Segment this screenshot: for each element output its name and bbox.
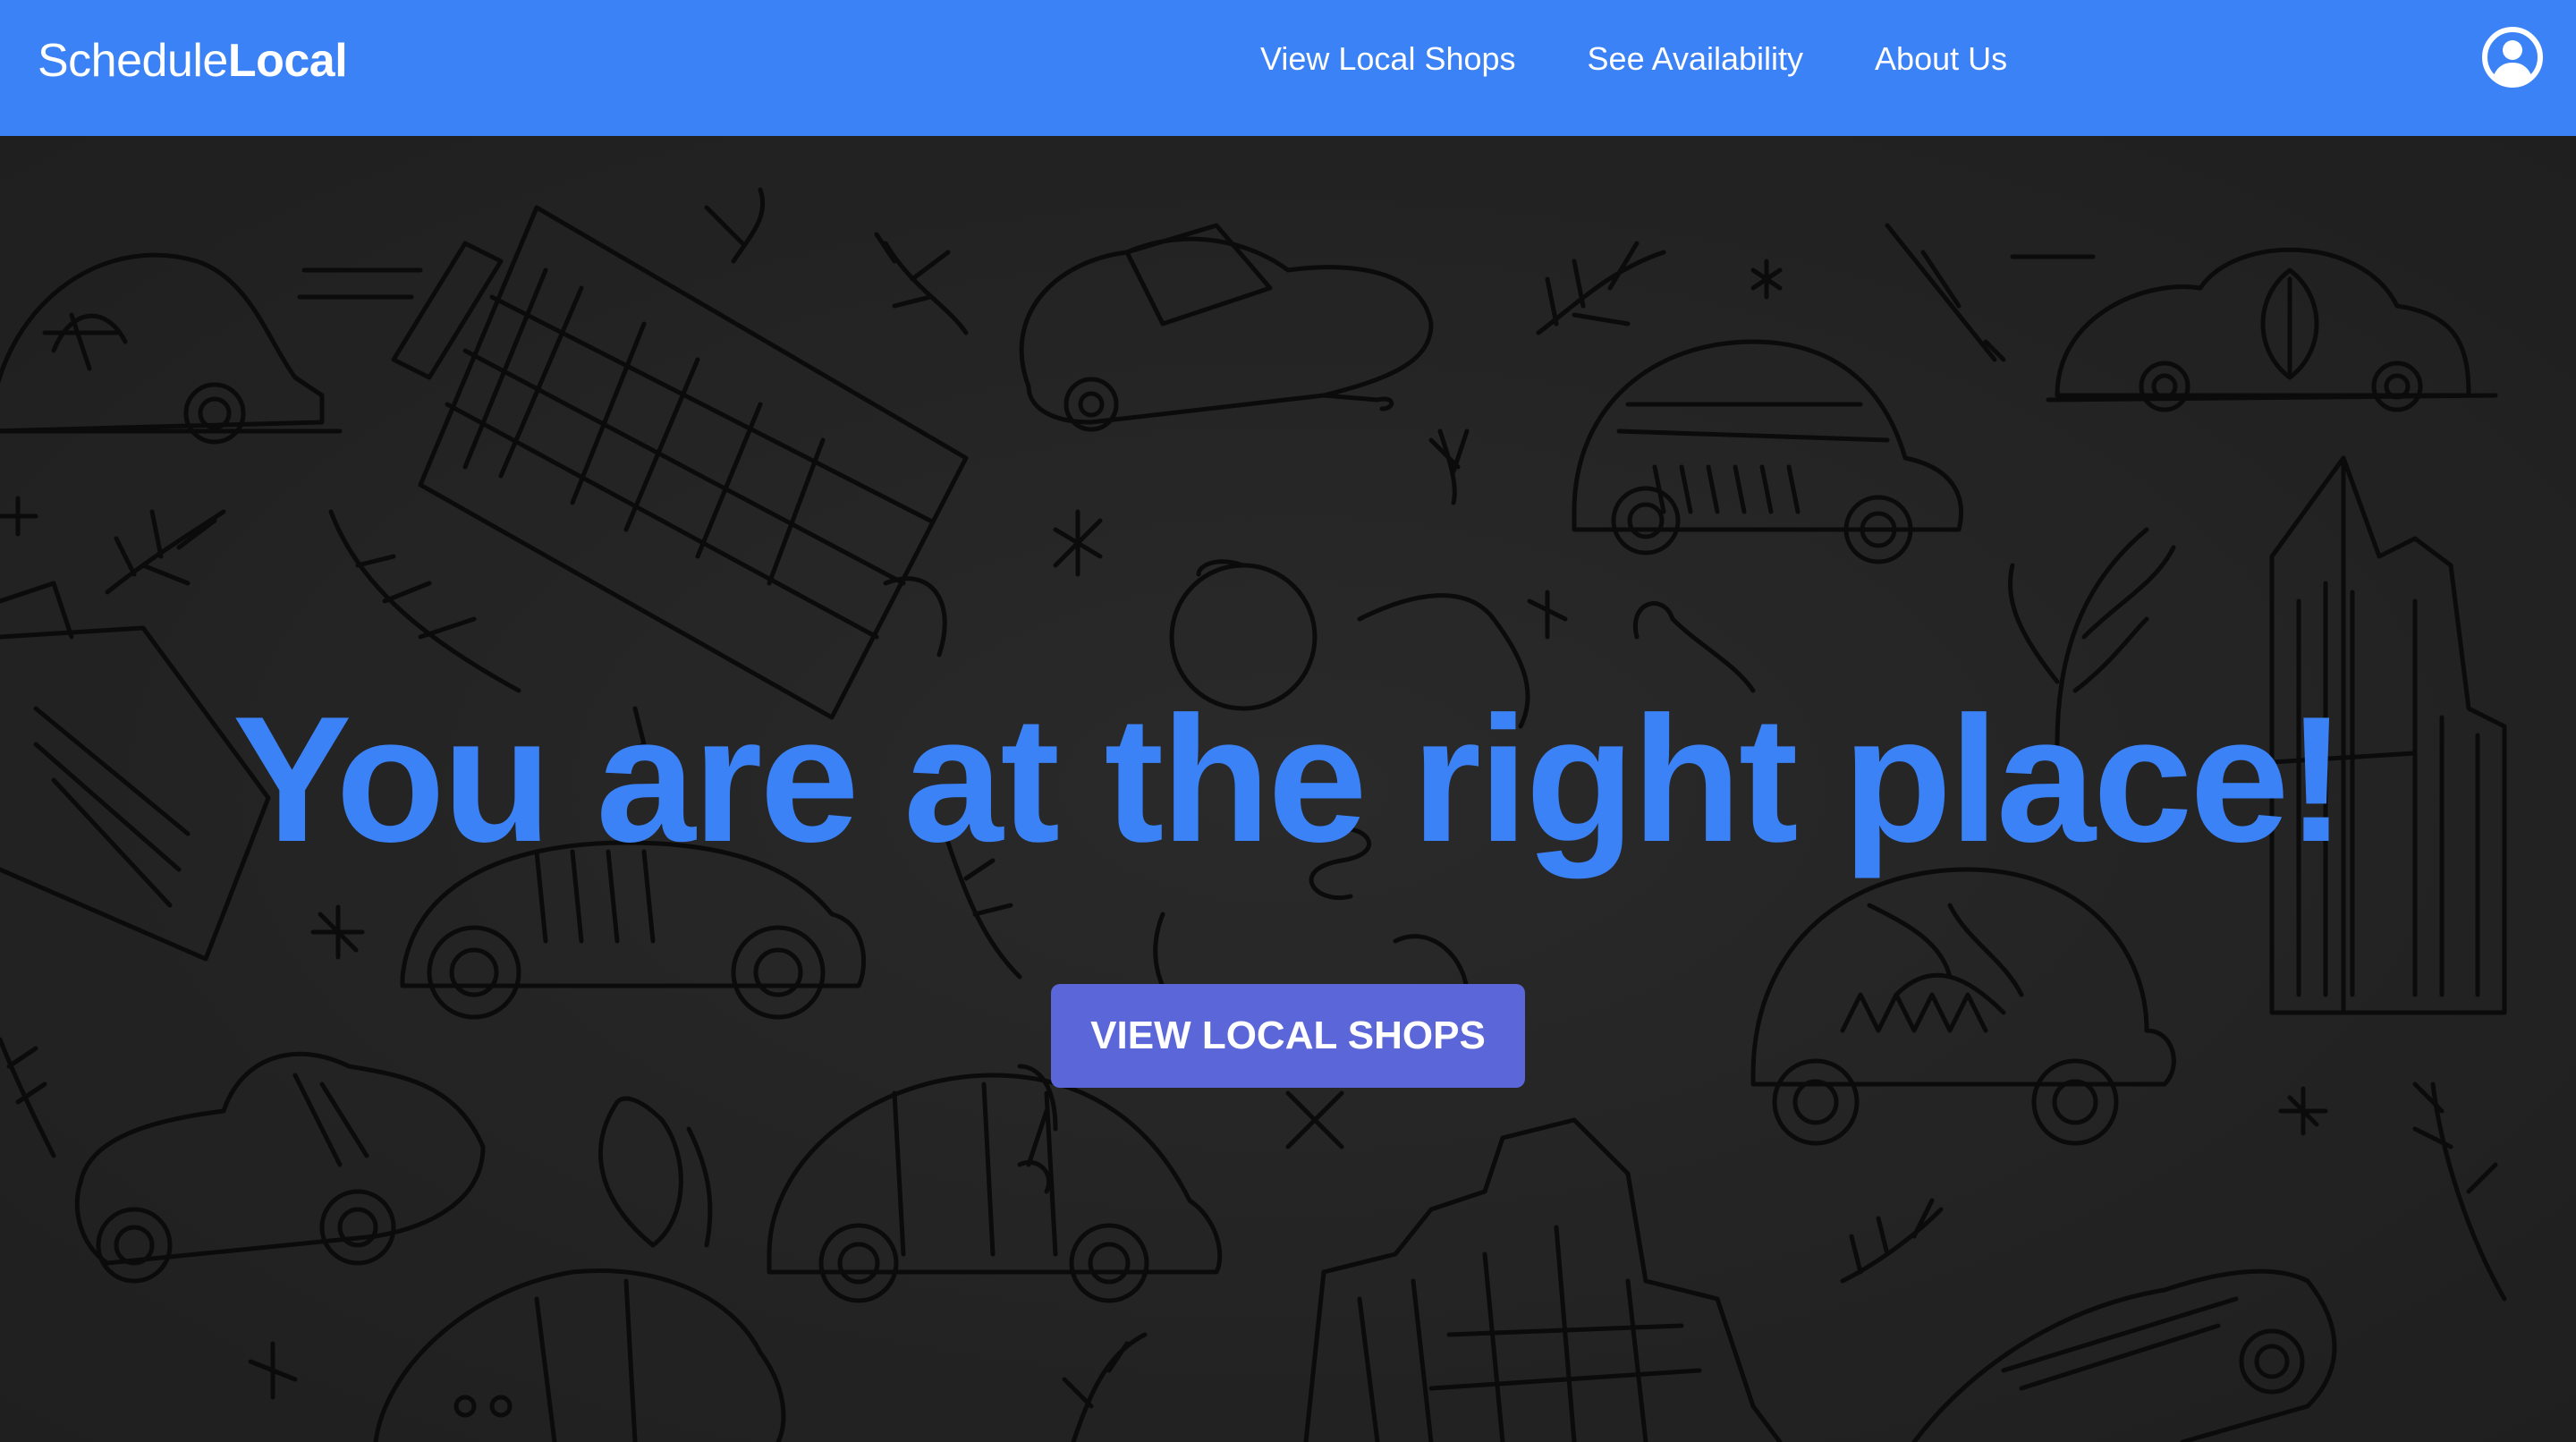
brand-logo[interactable]: ScheduleLocal xyxy=(38,34,348,88)
top-navbar: ScheduleLocal View Local Shops See Avail… xyxy=(0,0,2576,136)
speed-lines-doodle xyxy=(297,254,2096,300)
plant-doodle xyxy=(2007,527,2507,1302)
car-doodle xyxy=(74,1051,486,1284)
hero-section: You are at the right place! VIEW LOCAL S… xyxy=(0,136,2576,1442)
sign-doodle xyxy=(1885,223,2006,362)
car-doodle xyxy=(1750,867,2176,1146)
car-doodle xyxy=(0,252,343,445)
car-doodle xyxy=(1019,223,1434,432)
nav-view-local-shops[interactable]: View Local Shops xyxy=(1260,39,1516,79)
nav-about-us[interactable]: About Us xyxy=(1875,39,2007,79)
nav-see-availability[interactable]: See Availability xyxy=(1588,39,1804,79)
plant-doodle xyxy=(0,1037,1944,1442)
hero-headline: You are at the right place! xyxy=(232,680,2346,879)
view-local-shops-button[interactable]: VIEW LOCAL SHOPS xyxy=(1051,984,1525,1088)
car-doodle xyxy=(1911,1268,2337,1442)
brand-name-bold: Local xyxy=(227,35,348,87)
main-nav: View Local Shops See Availability About … xyxy=(1260,39,2007,79)
user-profile-button[interactable] xyxy=(2481,26,2544,89)
car-doodle xyxy=(2046,247,2498,412)
car-doodle xyxy=(1572,339,1963,564)
car-doodle xyxy=(767,1073,1223,1303)
brand-name-regular: Schedule xyxy=(38,35,228,87)
building-doodle xyxy=(391,187,969,720)
car-doodle xyxy=(373,1268,786,1442)
castle-doodle xyxy=(1303,1117,1783,1442)
user-circle-icon xyxy=(2482,27,2543,88)
